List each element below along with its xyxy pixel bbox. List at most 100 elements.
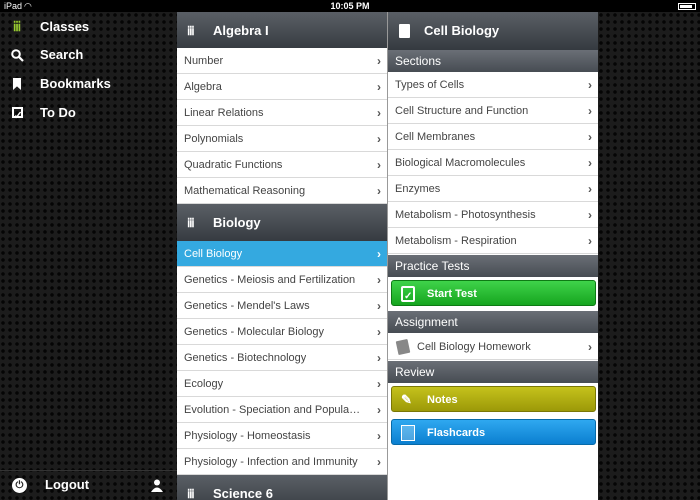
sidebar-item-todo[interactable]: To Do bbox=[0, 100, 177, 129]
flashcards-label: Flashcards bbox=[427, 427, 486, 439]
chevron-right-icon: › bbox=[377, 106, 381, 120]
class-header-biology[interactable]: ⅲ Biology bbox=[177, 204, 387, 242]
topic-label: Genetics - Meiosis and Fertilization bbox=[184, 274, 356, 286]
topic-label: Algebra bbox=[184, 81, 222, 93]
notes-button[interactable]: ✎ Notes bbox=[391, 386, 596, 412]
topic-row[interactable]: Genetics - Meiosis and Fertilization › bbox=[177, 267, 387, 293]
class-title: Algebra I bbox=[213, 23, 269, 38]
topic-label: Ecology bbox=[184, 378, 224, 390]
topic-row[interactable]: Genetics - Molecular Biology › bbox=[177, 319, 387, 345]
topic-row[interactable]: Algebra › bbox=[177, 74, 387, 100]
class-title: Science 6 bbox=[213, 486, 273, 500]
detail-panel: Cell Biology Sections Types of Cells › Ce… bbox=[387, 12, 598, 500]
search-icon bbox=[8, 42, 26, 71]
sidebar-item-label: Search bbox=[40, 47, 84, 62]
topic-row[interactable]: Linear Relations › bbox=[177, 100, 387, 126]
assignment-header: Assignment bbox=[388, 311, 598, 333]
user-icon[interactable] bbox=[151, 471, 163, 500]
checkbox-icon bbox=[8, 100, 26, 129]
topic-row[interactable]: Physiology - Infection and Immunity › bbox=[177, 449, 387, 475]
chevron-right-icon: › bbox=[588, 182, 592, 196]
topic-label: Linear Relations bbox=[184, 107, 264, 119]
chevron-right-icon: › bbox=[377, 132, 381, 146]
power-icon[interactable]: ⏻ bbox=[12, 478, 27, 493]
section-label: Cell Structure and Function bbox=[395, 105, 529, 117]
topic-row[interactable]: Genetics - Mendel's Laws › bbox=[177, 293, 387, 319]
logout-button[interactable]: Logout bbox=[45, 471, 89, 499]
class-header-algebra[interactable]: ⅲ Algebra I bbox=[177, 12, 387, 50]
topic-row[interactable]: Polynomials › bbox=[177, 126, 387, 152]
pencil-icon: ✎ bbox=[401, 392, 412, 407]
topic-row[interactable]: Number › bbox=[177, 48, 387, 74]
notes-label: Notes bbox=[427, 394, 458, 406]
battery-icon bbox=[678, 3, 696, 10]
class-header-science[interactable]: ⅲ Science 6 bbox=[177, 475, 387, 500]
sidebar-item-classes[interactable]: ⅲ Classes bbox=[0, 14, 177, 40]
chevron-right-icon: › bbox=[377, 273, 381, 287]
section-label: Metabolism - Photosynthesis bbox=[395, 209, 536, 221]
section-row[interactable]: Biological Macromolecules › bbox=[388, 150, 598, 176]
topic-row[interactable]: Physiology - Homeostasis › bbox=[177, 423, 387, 449]
section-row[interactable]: Cell Structure and Function › bbox=[388, 98, 598, 124]
practice-tests-header: Practice Tests bbox=[388, 255, 598, 277]
topic-row-selected[interactable]: Cell Biology › bbox=[177, 241, 387, 267]
chevron-right-icon: › bbox=[588, 234, 592, 248]
topic-label: Cell Biology bbox=[184, 248, 243, 260]
review-header: Review bbox=[388, 361, 598, 383]
topic-label: Genetics - Mendel's Laws bbox=[184, 300, 310, 312]
topic-row[interactable]: Ecology › bbox=[177, 371, 387, 397]
class-icon: ⅲ bbox=[187, 487, 195, 500]
classes-list: ⅲ Algebra I Number › Algebra › Linear Rela… bbox=[177, 12, 387, 500]
chevron-right-icon: › bbox=[377, 429, 381, 443]
classes-icon: ⅲ bbox=[12, 19, 22, 34]
class-title: Biology bbox=[213, 215, 261, 230]
topic-label: Quadratic Functions bbox=[184, 159, 283, 171]
topic-label: Polynomials bbox=[184, 133, 244, 145]
chevron-right-icon: › bbox=[588, 156, 592, 170]
chevron-right-icon: › bbox=[377, 455, 381, 469]
sidebar-item-bookmarks[interactable]: Bookmarks bbox=[0, 71, 177, 97]
detail-title: Cell Biology bbox=[424, 23, 500, 38]
logout-bar: ⏻ Logout bbox=[0, 470, 177, 500]
topic-row[interactable]: Quadratic Functions › bbox=[177, 152, 387, 178]
topic-row[interactable]: Genetics - Biotechnology › bbox=[177, 345, 387, 371]
start-test-button[interactable]: Start Test bbox=[391, 280, 596, 310]
homework-icon bbox=[395, 338, 411, 356]
chevron-right-icon: › bbox=[588, 130, 592, 144]
sidebar: ⅲ Classes Search Bookmarks To Do ⏻ Logou… bbox=[0, 12, 177, 500]
topic-label: Genetics - Molecular Biology bbox=[184, 326, 325, 338]
section-row[interactable]: Cell Membranes › bbox=[388, 124, 598, 150]
topic-label: Mathematical Reasoning bbox=[184, 185, 306, 197]
flashcards-icon bbox=[401, 425, 415, 441]
chevron-right-icon: › bbox=[588, 340, 592, 354]
detail-header: Cell Biology bbox=[388, 12, 598, 50]
topic-row[interactable]: Evolution - Speciation and Population Ge… bbox=[177, 397, 387, 423]
bookmark-icon bbox=[8, 71, 26, 99]
chevron-right-icon: › bbox=[377, 247, 381, 261]
chevron-right-icon: › bbox=[588, 104, 592, 118]
chevron-right-icon: › bbox=[377, 351, 381, 365]
chevron-right-icon: › bbox=[377, 184, 381, 198]
section-row[interactable]: Types of Cells › bbox=[388, 72, 598, 98]
clock: 10:05 PM bbox=[330, 1, 370, 11]
chevron-right-icon: › bbox=[588, 208, 592, 222]
chevron-right-icon: › bbox=[377, 80, 381, 94]
section-row[interactable]: Metabolism - Photosynthesis › bbox=[388, 202, 598, 228]
chevron-right-icon: › bbox=[377, 299, 381, 313]
section-label: Biological Macromolecules bbox=[395, 157, 526, 169]
class-icon: ⅲ bbox=[187, 24, 195, 38]
chevron-right-icon: › bbox=[377, 158, 381, 172]
flashcards-button[interactable]: Flashcards bbox=[391, 419, 596, 445]
start-test-label: Start Test bbox=[427, 288, 477, 300]
sidebar-item-search[interactable]: Search bbox=[0, 42, 177, 68]
assignment-row[interactable]: Cell Biology Homework › bbox=[388, 334, 598, 360]
topic-row[interactable]: Mathematical Reasoning › bbox=[177, 178, 387, 204]
section-row[interactable]: Metabolism - Respiration › bbox=[388, 228, 598, 254]
section-label: Types of Cells bbox=[395, 79, 465, 91]
test-icon bbox=[401, 284, 415, 310]
section-row[interactable]: Enzymes › bbox=[388, 176, 598, 202]
topic-label: Number bbox=[184, 55, 224, 67]
sidebar-item-label: To Do bbox=[40, 105, 76, 120]
topic-label: Physiology - Homeostasis bbox=[184, 430, 311, 442]
sections-header: Sections bbox=[388, 50, 598, 72]
